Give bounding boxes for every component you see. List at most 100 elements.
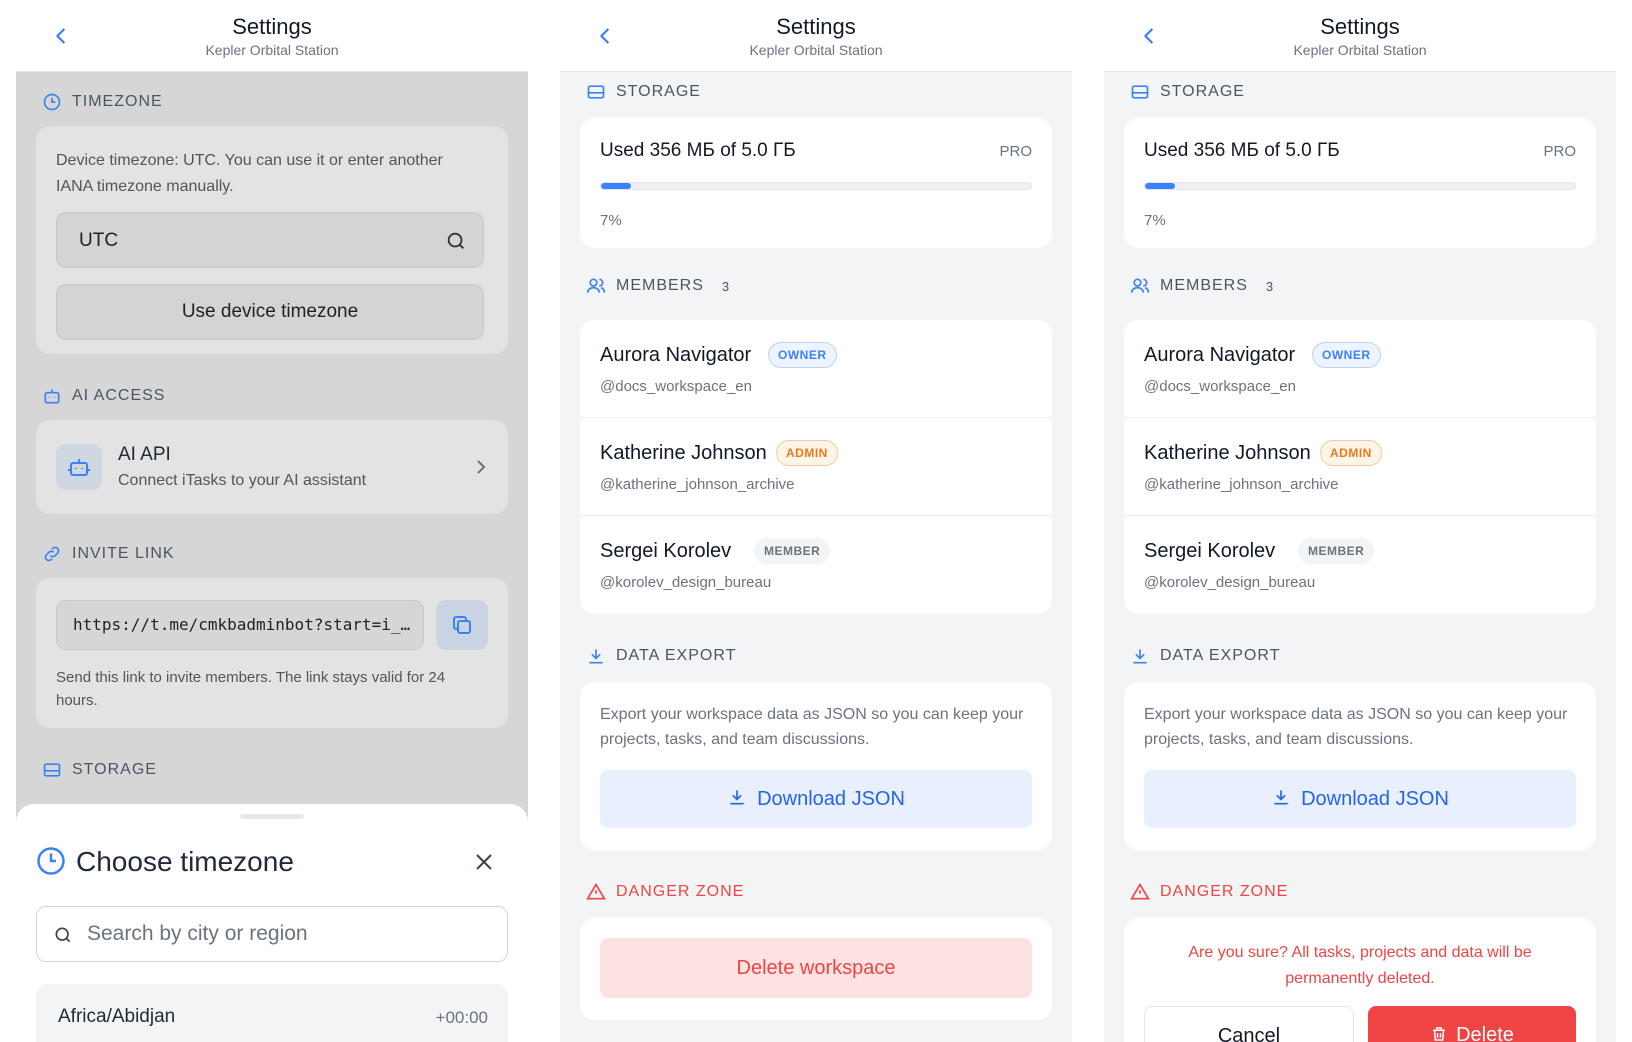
danger-zone-card: Delete workspace: [580, 918, 1052, 1020]
link-icon: [44, 546, 60, 562]
member-row[interactable]: Sergei Korolev MEMBER @korolev_design_bu…: [580, 516, 1052, 614]
section-members: MEMBERS 3: [586, 276, 729, 296]
timezone-search-input[interactable]: [87, 919, 487, 949]
ai-api-subtitle: Connect iTasks to your AI assistant: [118, 472, 367, 489]
storage-icon: [1131, 85, 1149, 99]
warning-icon: [586, 882, 606, 900]
section-label: DATA EXPORT: [1160, 647, 1281, 664]
section-label: MEMBERS: [1160, 277, 1248, 294]
invite-link-field[interactable]: https://t.me/cmkbadminbot?start=i_…: [56, 600, 424, 650]
storage-icon: [43, 763, 61, 777]
download-icon: [1133, 649, 1147, 664]
download-icon: [1274, 790, 1288, 805]
section-danger-zone: DANGER ZONE: [1130, 882, 1288, 902]
section-label: MEMBERS: [616, 277, 704, 294]
member-row[interactable]: Sergei Korolev MEMBER @korolev_design_bu…: [1124, 516, 1596, 614]
timezone-value: UTC: [79, 230, 119, 251]
search-icon: [55, 927, 71, 943]
section-data-export: DATA EXPORT: [1130, 646, 1280, 666]
section-label: DANGER ZONE: [616, 883, 745, 900]
timezone-description: Device timezone: UTC. You can use it or …: [56, 152, 443, 195]
storage-progress-bar: [600, 182, 1032, 190]
section-invite-link: INVITE LINK: [42, 544, 175, 564]
robot-icon: [68, 459, 90, 476]
member-username: @korolev_design_bureau: [600, 574, 772, 591]
member-name: Katherine Johnson: [600, 442, 767, 464]
header: Settings Kepler Orbital Station: [1104, 0, 1616, 72]
member-username: @docs_workspace_en: [1144, 378, 1296, 395]
timezone-option[interactable]: Africa/Abidjan +00:00: [36, 984, 508, 1042]
chevron-right-icon: [477, 460, 486, 474]
section-label: AI ACCESS: [72, 387, 166, 404]
close-icon[interactable]: [474, 852, 494, 872]
robot-icon: [44, 389, 60, 404]
section-danger-zone: DANGER ZONE: [586, 882, 744, 902]
plan-badge: PRO: [1543, 143, 1576, 160]
header: Settings Kepler Orbital Station: [16, 0, 528, 72]
role-badge-owner: OWNER: [768, 342, 837, 368]
download-json-button[interactable]: Download JSON: [1144, 770, 1576, 828]
role-badge-member: MEMBER: [1298, 538, 1375, 564]
section-label: DATA EXPORT: [616, 647, 737, 664]
page-title: Settings: [776, 14, 856, 39]
member-row[interactable]: Katherine Johnson ADMIN @katherine_johns…: [580, 418, 1052, 516]
section-label: TIMEZONE: [72, 93, 163, 110]
export-description: Export your workspace data as JSON so yo…: [600, 706, 1024, 748]
timezone-field[interactable]: UTC: [56, 212, 484, 268]
data-export-card: Export your workspace data as JSON so yo…: [1124, 682, 1596, 850]
export-description: Export your workspace data as JSON so yo…: [1144, 706, 1568, 748]
page-title: Settings: [232, 14, 312, 39]
cancel-button[interactable]: Cancel: [1144, 1006, 1354, 1042]
storage-card: Used 356 МБ of 5.0 ГБ PRO 7%: [1124, 118, 1596, 248]
storage-progress-bar: [1144, 182, 1576, 190]
header: Settings Kepler Orbital Station: [560, 0, 1072, 72]
timezone-search[interactable]: [36, 906, 508, 962]
member-name: Aurora Navigator: [600, 344, 752, 366]
sheet-drag-handle[interactable]: [240, 814, 304, 819]
section-storage: STORAGE: [42, 760, 157, 780]
member-row[interactable]: Katherine Johnson ADMIN @katherine_johns…: [1124, 418, 1596, 516]
choose-timezone-sheet: Choose timezone Africa/Abidjan +00:00: [16, 804, 528, 1042]
member-name: Katherine Johnson: [1144, 442, 1311, 464]
member-username: @docs_workspace_en: [600, 378, 752, 395]
confirm-delete-button[interactable]: Delete: [1368, 1006, 1576, 1042]
page-subtitle: Kepler Orbital Station: [205, 42, 339, 58]
ai-api-title: AI API: [118, 444, 171, 465]
ai-api-icon-box: [56, 444, 102, 490]
member-username: @katherine_johnson_archive: [600, 476, 795, 493]
trash-icon: [1433, 1027, 1446, 1041]
clock-icon: [43, 93, 61, 111]
page-subtitle: Kepler Orbital Station: [749, 42, 883, 58]
ai-api-row[interactable]: AI API Connect iTasks to your AI assista…: [56, 444, 488, 492]
users-icon: [586, 278, 606, 293]
member-row[interactable]: Aurora Navigator OWNER @docs_workspace_e…: [580, 320, 1052, 418]
storage-percent: 7%: [1144, 212, 1166, 229]
members-count: 3: [721, 278, 730, 294]
settings-panel-delete-confirm: Settings Kepler Orbital Station STORAGE …: [1104, 0, 1616, 1042]
section-label: STORAGE: [1160, 83, 1245, 100]
section-storage: STORAGE: [586, 82, 701, 102]
role-badge-admin: ADMIN: [776, 440, 838, 466]
role-badge-member: MEMBER: [754, 538, 831, 564]
delete-workspace-button[interactable]: Delete workspace: [600, 938, 1032, 998]
section-storage: STORAGE: [1130, 82, 1245, 102]
storage-used: Used 356 МБ of 5.0 ГБ: [600, 140, 796, 161]
section-label: INVITE LINK: [72, 545, 175, 562]
clock-icon: [37, 847, 65, 875]
use-device-timezone-button[interactable]: Use device timezone: [56, 284, 484, 340]
delete-confirm-text: Are you sure? All tasks, projects and da…: [1188, 944, 1532, 987]
data-export-card: Export your workspace data as JSON so yo…: [580, 682, 1052, 850]
storage-used: Used 356 МБ of 5.0 ГБ: [1144, 140, 1340, 161]
members-count: 3: [1265, 278, 1274, 294]
download-json-button[interactable]: Download JSON: [600, 770, 1032, 828]
invite-link-card: https://t.me/cmkbadminbot?start=i_… Send…: [36, 578, 508, 728]
download-json-label: Download JSON: [757, 788, 905, 810]
timezone-card: Device timezone: UTC. You can use it or …: [36, 126, 508, 354]
ai-access-card: AI API Connect iTasks to your AI assista…: [36, 420, 508, 514]
member-row[interactable]: Aurora Navigator OWNER @docs_workspace_e…: [1124, 320, 1596, 418]
copy-link-button[interactable]: [436, 600, 488, 650]
storage-percent: 7%: [600, 212, 622, 229]
settings-panel-timezone-sheet: Settings Kepler Orbital Station TIMEZONE…: [16, 0, 528, 1042]
section-label: STORAGE: [616, 83, 701, 100]
member-name: Sergei Korolev: [600, 540, 732, 562]
